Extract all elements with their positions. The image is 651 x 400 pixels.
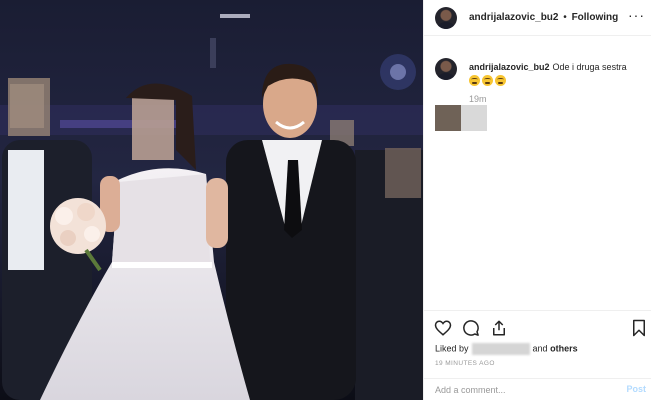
caption-text-block: andrijalazovic_bu2 Ode i druga sestra <box>469 61 644 87</box>
add-comment-bar: Post <box>424 378 651 400</box>
post-panel: andrijalazovic_bu2 • Following ··· andri… <box>423 0 651 400</box>
post-header: andrijalazovic_bu2 • Following ··· <box>424 0 651 36</box>
comment-icon[interactable] <box>462 319 480 337</box>
commenter-thumbnail[interactable] <box>461 105 487 131</box>
caption-avatar[interactable] <box>435 58 457 80</box>
likes-prefix: Liked by <box>435 343 469 354</box>
likes-line: Liked by and others <box>435 343 578 355</box>
following-button[interactable]: Following <box>572 12 619 23</box>
likes-others-link[interactable]: others <box>550 343 578 353</box>
share-icon[interactable] <box>490 319 508 337</box>
crying-face-emoji-icon <box>495 75 506 87</box>
crying-face-emoji-icon <box>469 75 480 87</box>
caption-timestamp[interactable]: 19m <box>469 94 487 104</box>
commenter-thumbnail[interactable] <box>435 105 461 131</box>
crying-face-emoji-icon <box>482 75 493 87</box>
more-options-icon[interactable]: ··· <box>628 8 644 25</box>
post-photo[interactable] <box>0 0 423 400</box>
comment-thumbnails <box>435 105 487 136</box>
post-timestamp[interactable]: 19 MINUTES AGO <box>435 360 495 367</box>
action-bar <box>424 310 651 344</box>
caption-username[interactable]: andrijalazovic_bu2 <box>469 62 550 72</box>
bookmark-icon[interactable] <box>630 319 648 337</box>
caption-text: Ode i druga sestra <box>552 62 627 72</box>
wedding-photo-image <box>0 0 423 400</box>
author-avatar[interactable] <box>435 7 457 29</box>
post-comment-button[interactable]: Post <box>626 384 646 394</box>
comment-input[interactable] <box>435 385 605 395</box>
caption-emojis <box>469 74 644 87</box>
blurred-liker-name[interactable] <box>471 343 530 355</box>
follow-separator: • <box>563 12 567 23</box>
heart-icon[interactable] <box>434 319 452 337</box>
author-username[interactable]: andrijalazovic_bu2 <box>469 12 558 23</box>
author-line: andrijalazovic_bu2 • Following <box>469 12 618 23</box>
likes-conjunction: and <box>532 343 548 354</box>
